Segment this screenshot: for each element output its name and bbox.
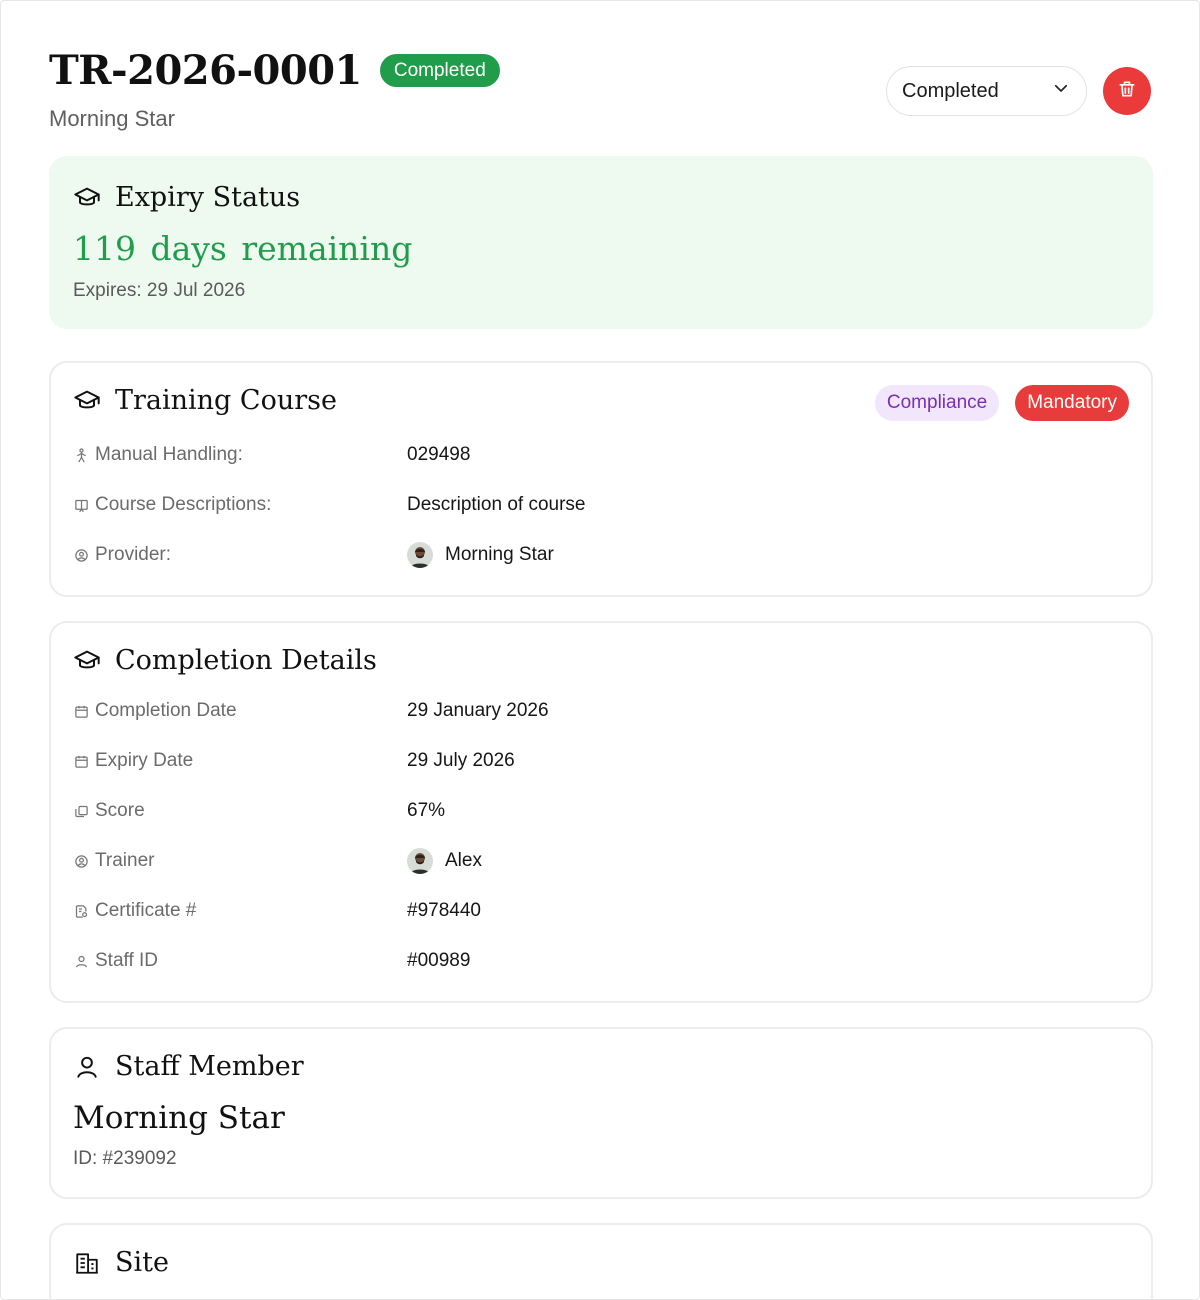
detail-value: 29 January 2026 <box>407 700 549 721</box>
days-remaining: 119 days remaining <box>73 229 413 268</box>
detail-value: #00989 <box>407 950 471 971</box>
detail-row-certificate: Certificate # #978440 <box>73 886 1129 936</box>
calendar-icon <box>73 703 89 719</box>
graduation-cap-icon <box>73 184 101 212</box>
header-actions: Completed <box>886 66 1151 116</box>
person-lifting-icon <box>73 447 89 463</box>
detail-row-provider: Provider: Morning Star <box>73 530 1129 580</box>
expiry-title-text: Expiry Status <box>115 182 301 213</box>
completion-details-card: Completion Details Completion Date 29 Ja… <box>49 621 1153 1003</box>
staff-member-title-text: Staff Member <box>115 1051 304 1082</box>
detail-row-course-description: Course Descriptions: Description of cour… <box>73 480 1129 530</box>
training-record-page: TR-2026-0001 Completed Morning Star Comp… <box>0 0 1200 1300</box>
detail-row-trainer: Trainer Alex <box>73 836 1129 886</box>
training-course-card: Training Course Compliance Mandatory Man… <box>49 361 1153 597</box>
completion-details-title: Completion Details <box>73 645 1129 676</box>
staff-name: Morning Star <box>73 1100 285 1136</box>
detail-label: Certificate # <box>95 900 197 921</box>
record-id: TR-2026-0001 <box>49 47 362 94</box>
compliance-tag: Compliance <box>874 385 1000 421</box>
completion-details-title-text: Completion Details <box>115 645 377 676</box>
course-tags: Compliance Mandatory <box>874 385 1129 421</box>
calendar-icon <box>73 753 89 769</box>
user-icon <box>73 1053 101 1081</box>
detail-row-score: Score 67% <box>73 786 1129 836</box>
course-detail-list: Manual Handling: 029498 Course Descripti… <box>73 430 1129 580</box>
detail-value: Morning Star <box>445 544 554 565</box>
detail-label: Expiry Date <box>95 750 194 771</box>
book-icon <box>73 497 89 513</box>
expiry-status-card: Expiry Status 119 days remaining Expires… <box>49 156 1153 329</box>
detail-label: Trainer <box>95 850 155 871</box>
detail-label: Course Descriptions: <box>95 494 272 515</box>
detail-label: Manual Handling: <box>95 444 243 465</box>
staff-member-card: Staff Member Morning Star ID: #239092 <box>49 1027 1153 1199</box>
expires-date: Expires: 29 Jul 2026 <box>73 280 246 301</box>
detail-row-expiry-date: Expiry Date 29 July 2026 <box>73 736 1129 786</box>
graduation-cap-icon <box>73 647 101 675</box>
copy-icon <box>73 803 89 819</box>
training-course-title-text: Training Course <box>115 385 337 416</box>
user-circle-icon <box>73 547 89 563</box>
staff-member-title: Staff Member <box>73 1051 1129 1082</box>
trash-icon <box>1117 79 1137 104</box>
detail-label: Provider: <box>95 544 172 565</box>
user-circle-icon <box>73 853 89 869</box>
certificate-icon <box>73 903 89 919</box>
detail-value: 029498 <box>407 444 471 465</box>
building-icon <box>73 1249 101 1277</box>
avatar <box>407 542 433 568</box>
site-title-text: Site <box>115 1247 169 1278</box>
detail-value: 29 July 2026 <box>407 750 515 771</box>
completion-detail-list: Completion Date 29 January 2026 Expiry D… <box>73 686 1129 986</box>
status-select[interactable]: Completed <box>886 66 1087 116</box>
detail-value: #978440 <box>407 900 481 921</box>
detail-row-staff-id: Staff ID #00989 <box>73 936 1129 986</box>
detail-label: Staff ID <box>95 950 159 971</box>
expiry-status-title: Expiry Status <box>73 182 1129 213</box>
detail-label: Score <box>95 800 145 821</box>
detail-value: 67% <box>407 800 446 821</box>
detail-value: Alex <box>445 850 482 871</box>
detail-row-completion-date: Completion Date 29 January 2026 <box>73 686 1129 736</box>
avatar <box>407 848 433 874</box>
detail-label: Completion Date <box>95 700 237 721</box>
detail-value: Description of course <box>407 494 586 515</box>
mandatory-tag: Mandatory <box>1015 385 1129 421</box>
site-card: Site <box>49 1223 1153 1299</box>
page-header: TR-2026-0001 Completed Morning Star Comp… <box>49 47 1151 147</box>
detail-row-manual-handling: Manual Handling: 029498 <box>73 430 1129 480</box>
delete-button[interactable] <box>1103 67 1151 115</box>
staff-id: ID: #239092 <box>73 1148 177 1169</box>
status-select-value: Completed <box>902 79 999 102</box>
graduation-cap-icon <box>73 387 101 415</box>
user-icon <box>73 953 89 969</box>
chevron-down-icon <box>1052 79 1070 103</box>
site-title: Site <box>73 1247 1129 1278</box>
status-badge: Completed <box>379 54 500 87</box>
